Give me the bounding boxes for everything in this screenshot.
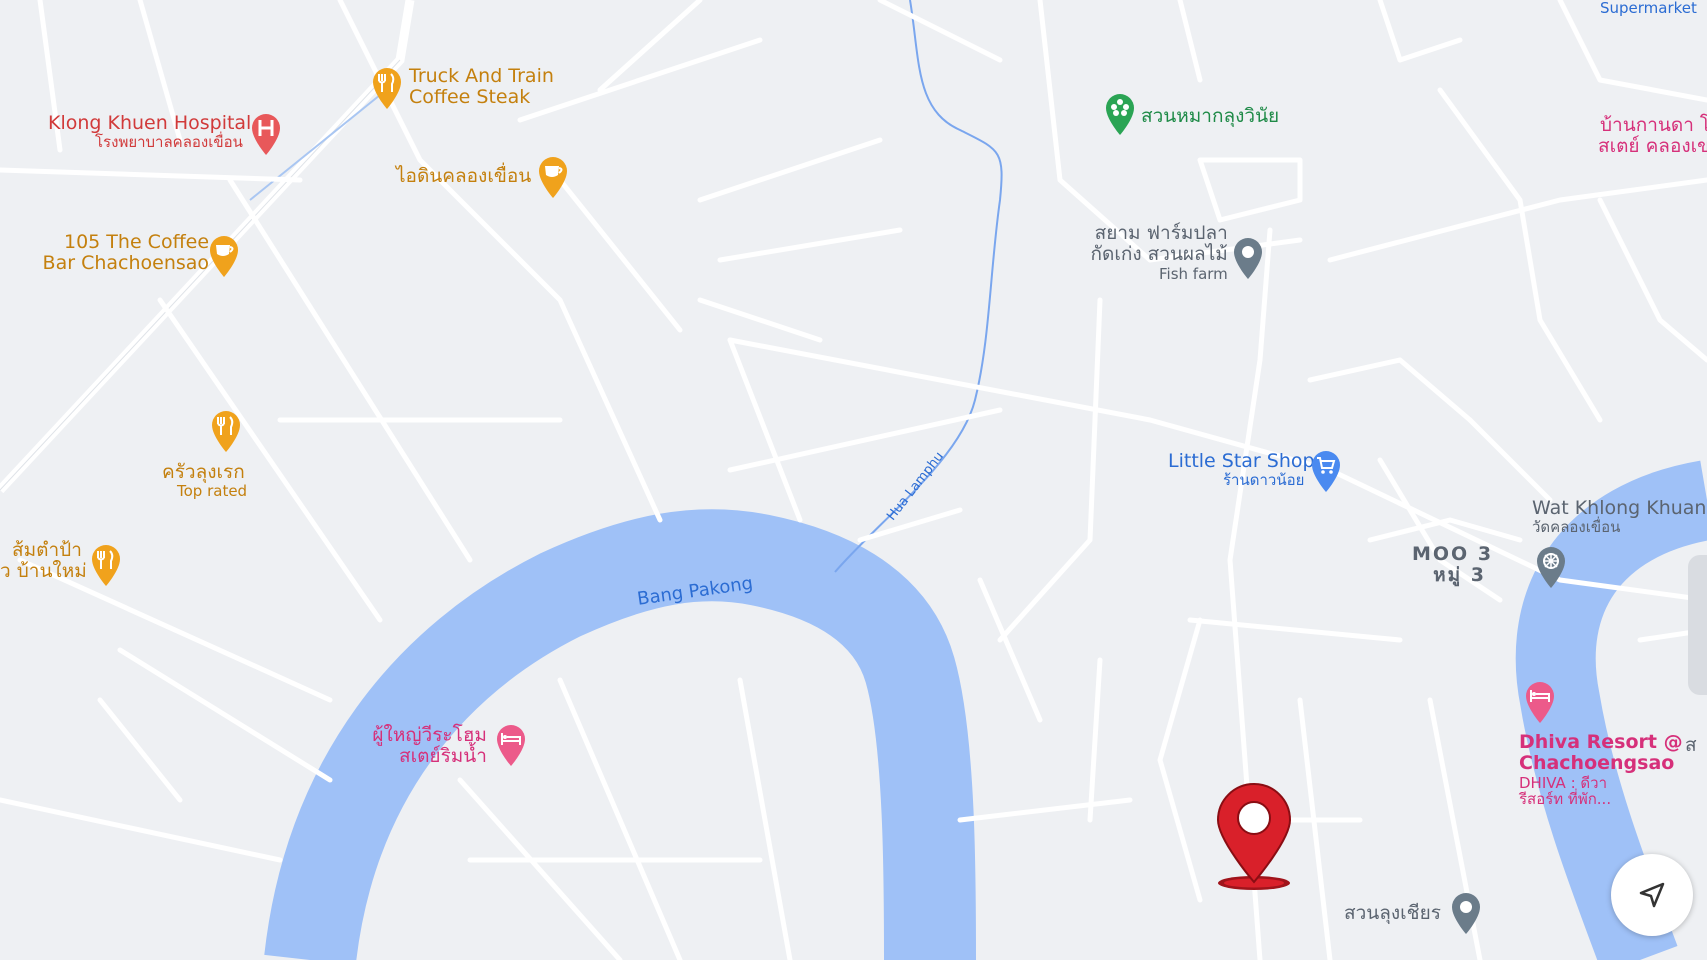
wat-name-th: วัดคลองเขื่อน: [1532, 518, 1621, 537]
hospital-h-icon: [252, 114, 280, 155]
truck-train-line1: Truck And Train: [409, 65, 554, 87]
top-rated-tag: Top rated: [177, 482, 248, 501]
pu-yai-marker[interactable]: [495, 723, 527, 767]
dhiva-th2: รีสอร์ท ที่พัก...: [1519, 790, 1612, 809]
fork-knife-icon: [373, 68, 401, 109]
pu-yai-line1: ผู้ใหญ่วีระโฮม: [372, 724, 487, 746]
coffee105-line1: 105 The Coffee: [64, 231, 210, 253]
location-dot-icon: [1452, 893, 1480, 934]
red-location-pin-icon: [1216, 783, 1292, 890]
flower-icon: [1106, 94, 1134, 135]
fishfarm-label[interactable]: สยาม ฟาร์มปลา กัดเก่ง สวนผลไม้ Fish farm: [1085, 222, 1228, 283]
aidin-label[interactable]: ไอดินคลองเขื่อน: [396, 165, 531, 187]
selected-location-pin[interactable]: [1214, 782, 1294, 894]
moo3-en: MOO 3: [1412, 543, 1494, 565]
location-dot-icon: [1234, 238, 1262, 279]
somtam-label[interactable]: ส้มตำป้า ว บ้านใหม่: [0, 539, 87, 583]
truck-train-marker[interactable]: [371, 66, 403, 110]
coffee-cup-icon: [210, 236, 238, 277]
khrua-lung-name: ครัวลุงเรก: [162, 461, 245, 483]
pu-yai-label[interactable]: ผู้ใหญ่วีระโฮม สเตย์ริมน้ำ: [371, 724, 487, 768]
navigation-arrow-icon: [1639, 882, 1665, 908]
dharma-wheel-icon: [1537, 547, 1565, 588]
shopping-cart-icon: [1312, 451, 1340, 492]
edge-char: ส: [1685, 734, 1697, 756]
coffee-cup-icon: [539, 157, 567, 198]
hospital-label[interactable]: Klong Khuen Hospital โรงพยาบาลคลองเขื่อน: [48, 112, 252, 152]
baan-label[interactable]: บ้านกานดา โ สเตย์ คลองเข: [1598, 114, 1707, 158]
little-star-name-th: ร้านดาวน้อย: [1223, 471, 1305, 490]
fishfarm-line2: กัดเก่ง สวนผลไม้: [1090, 243, 1228, 266]
dhiva-th1: DHIVA : ดีวา: [1519, 773, 1607, 792]
fork-knife-icon: [92, 545, 120, 586]
baan-line1: บ้านกานดา โ: [1600, 114, 1707, 136]
map-canvas[interactable]: Supermarket Truck And Train Coffee Steak…: [0, 0, 1707, 960]
somtam-line1: ส้มตำป้า: [12, 539, 82, 561]
hospital-marker[interactable]: [250, 112, 282, 156]
coffee105-marker[interactable]: [208, 234, 240, 278]
little-star-marker[interactable]: [1310, 449, 1342, 493]
bed-icon: [1526, 682, 1554, 723]
little-star-label[interactable]: Little Star Shop ร้านดาวน้อย: [1168, 450, 1315, 490]
fork-knife-icon: [212, 411, 240, 452]
my-location-button[interactable]: [1611, 854, 1693, 936]
hospital-name-en: Klong Khuen Hospital: [48, 112, 252, 134]
truck-train-line2: Coffee Steak: [409, 86, 531, 109]
pu-yai-line2: สเตย์ริมน้ำ: [399, 745, 487, 768]
khrua-lung-label[interactable]: ครัวลุงเรก Top rated: [162, 461, 248, 501]
coffee105-line2: Bar Chachoensao: [42, 252, 210, 275]
hospital-name-th: โรงพยาบาลคลองเขื่อน: [95, 133, 243, 152]
side-panel-handle[interactable]: [1688, 555, 1707, 695]
khrua-lung-marker[interactable]: [210, 409, 242, 453]
suan-mak-marker[interactable]: [1104, 92, 1136, 136]
somtam-marker[interactable]: [90, 543, 122, 587]
dhiva-line1: Dhiva Resort @: [1519, 731, 1683, 753]
wat-marker[interactable]: [1535, 545, 1567, 589]
suan-mak-label[interactable]: สวนหมากลุงวินัย: [1141, 105, 1279, 127]
little-star-name: Little Star Shop: [1168, 450, 1315, 472]
dhiva-marker[interactable]: [1524, 680, 1556, 724]
aidin-marker[interactable]: [537, 155, 569, 199]
coffee105-label[interactable]: 105 The Coffee Bar Chachoensao: [38, 231, 210, 275]
somtam-line2: ว บ้านใหม่: [0, 560, 87, 583]
bed-icon: [497, 725, 525, 766]
suan-lung-label[interactable]: สวนลุงเชียร: [1344, 902, 1441, 924]
moo3-th: หมู่ 3: [1433, 564, 1486, 587]
dhiva-label[interactable]: Dhiva Resort @ Chachoengsao DHIVA : ดีวา…: [1519, 731, 1683, 809]
fishfarm-marker[interactable]: [1232, 236, 1264, 280]
moo3-label: MOO 3 หมู่ 3: [1412, 543, 1494, 587]
wat-name-en: Wat Khlong Khuan: [1532, 497, 1707, 519]
truck-train-label[interactable]: Truck And Train Coffee Steak: [409, 65, 554, 109]
dhiva-line2: Chachoengsao: [1519, 752, 1675, 775]
baan-line2: สเตย์ คลองเข: [1598, 135, 1707, 158]
fishfarm-line1: สยาม ฟาร์มปลา: [1094, 222, 1228, 244]
wat-label[interactable]: Wat Khlong Khuan วัดคลองเขื่อน: [1532, 497, 1707, 537]
suan-lung-marker[interactable]: [1450, 891, 1482, 935]
fishfarm-type: Fish farm: [1159, 264, 1228, 283]
supermarket-label: Supermarket: [1600, 0, 1697, 17]
